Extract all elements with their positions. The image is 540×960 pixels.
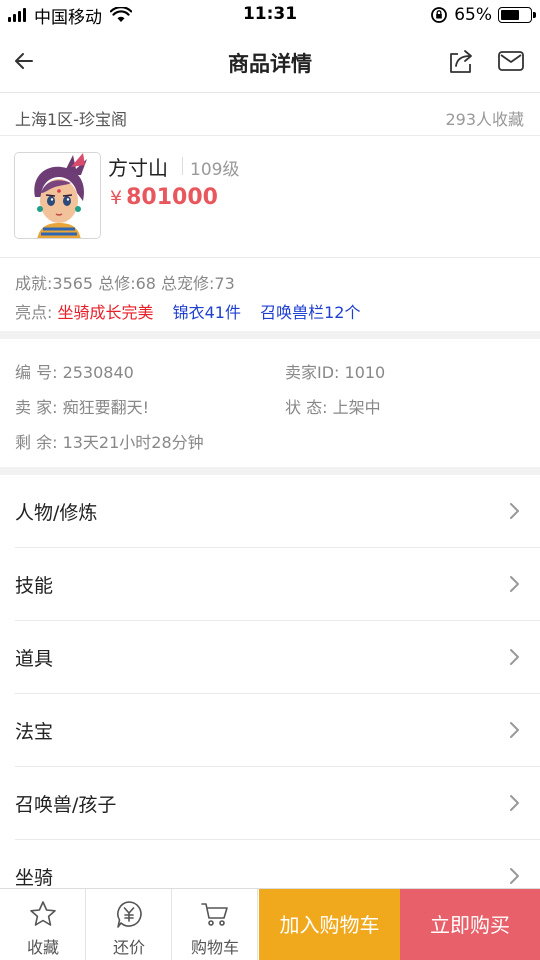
server-row: 上海1区-珍宝阁 293人收藏 (0, 93, 540, 136)
section-separator (0, 331, 540, 339)
category-label: 人物/修炼 (15, 502, 98, 524)
seller-name: 卖 家: 痴狂要翻天! (15, 398, 149, 417)
favorite-label: 收藏 (26, 938, 59, 957)
category-label: 坐骑 (15, 867, 54, 889)
status-right: 65% (430, 4, 536, 26)
add-to-cart-button[interactable]: 加入购物车 (259, 889, 400, 960)
battery-percent: 65% (454, 5, 492, 25)
chevron-right-icon (510, 722, 519, 738)
name-divider (182, 157, 183, 175)
cart-label: 购物车 (190, 938, 239, 957)
shopping-cart-icon (201, 903, 228, 926)
highlights-row: 亮点: 坐骑成长完美 锦衣41件 召唤兽栏12个 (15, 299, 374, 323)
bargain-label: 还价 (112, 938, 145, 957)
chevron-right-icon (510, 795, 519, 811)
price-symbol: ¥ (110, 187, 123, 209)
favorite-count: 293人收藏 (445, 110, 524, 129)
category-item-treasures[interactable]: 法宝 (0, 694, 540, 767)
battery-fill (501, 10, 519, 20)
bargain-yen-icon (117, 901, 142, 928)
favorite-button[interactable]: 收藏 (0, 889, 86, 960)
remaining-time: 剩 余: 13天21小时28分钟 (15, 433, 204, 452)
serial-number: 编 号: 2530840 (15, 363, 134, 382)
character-price: ¥801000 (110, 185, 218, 210)
stats-section: 成就:3565 总修:68 总宠修:73 亮点: 坐骑成长完美 锦衣41件 召唤… (0, 258, 540, 331)
character-portrait-image (15, 153, 100, 238)
section-separator (0, 467, 540, 475)
mail-icon[interactable] (496, 46, 526, 76)
bargain-button[interactable]: 还价 (86, 889, 172, 960)
share-icon[interactable] (446, 46, 476, 76)
category-item-character[interactable]: 人物/修炼 (0, 475, 540, 548)
battery-icon (498, 7, 536, 23)
chevron-right-icon (510, 649, 519, 665)
category-label: 道具 (15, 648, 54, 670)
character-level: 109级 (190, 160, 240, 180)
cart-button[interactable]: 购物车 (172, 889, 258, 960)
category-item-summons[interactable]: 召唤兽/孩子 (0, 767, 540, 840)
bottom-action-bar: 收藏 还价 购物车 加入购物车 立即购买 (0, 888, 540, 960)
highlights-label: 亮点: (15, 303, 53, 322)
category-label: 召唤兽/孩子 (15, 794, 117, 816)
listing-status: 状 态: 上架中 (285, 398, 381, 417)
highlight-tag: 坐骑成长完美 (57, 303, 154, 322)
character-card: 方寸山 109级 ¥801000 (0, 136, 540, 258)
chevron-right-icon (510, 868, 519, 884)
server-name: 上海1区-珍宝阁 (15, 110, 127, 129)
seller-id: 卖家ID: 1010 (285, 363, 386, 382)
star-icon (30, 901, 56, 926)
character-name: 方寸山 (108, 156, 168, 180)
character-avatar[interactable] (14, 152, 101, 239)
category-label: 技能 (15, 575, 54, 597)
highlight-tag: 召唤兽栏12个 (260, 303, 361, 322)
chevron-right-icon (510, 503, 519, 519)
nav-bar: 商品详情 (0, 30, 540, 93)
stats-summary: 成就:3565 总修:68 总宠修:73 (15, 274, 235, 293)
chevron-right-icon (510, 576, 519, 592)
status-bar: 中国移动 11:31 65% (0, 0, 540, 30)
price-value: 801000 (126, 185, 218, 210)
rotation-lock-icon (431, 7, 448, 23)
buy-now-button[interactable]: 立即购买 (400, 889, 540, 960)
category-list: 人物/修炼 技能 道具 法宝 召唤兽/孩子 坐骑 (0, 475, 540, 913)
highlight-tag: 锦衣41件 (172, 303, 241, 322)
category-label: 法宝 (15, 721, 54, 743)
category-item-items[interactable]: 道具 (0, 621, 540, 694)
category-item-skills[interactable]: 技能 (0, 548, 540, 621)
listing-info: 编 号: 2530840 卖家ID: 1010 卖 家: 痴狂要翻天! 状 态:… (0, 339, 540, 467)
